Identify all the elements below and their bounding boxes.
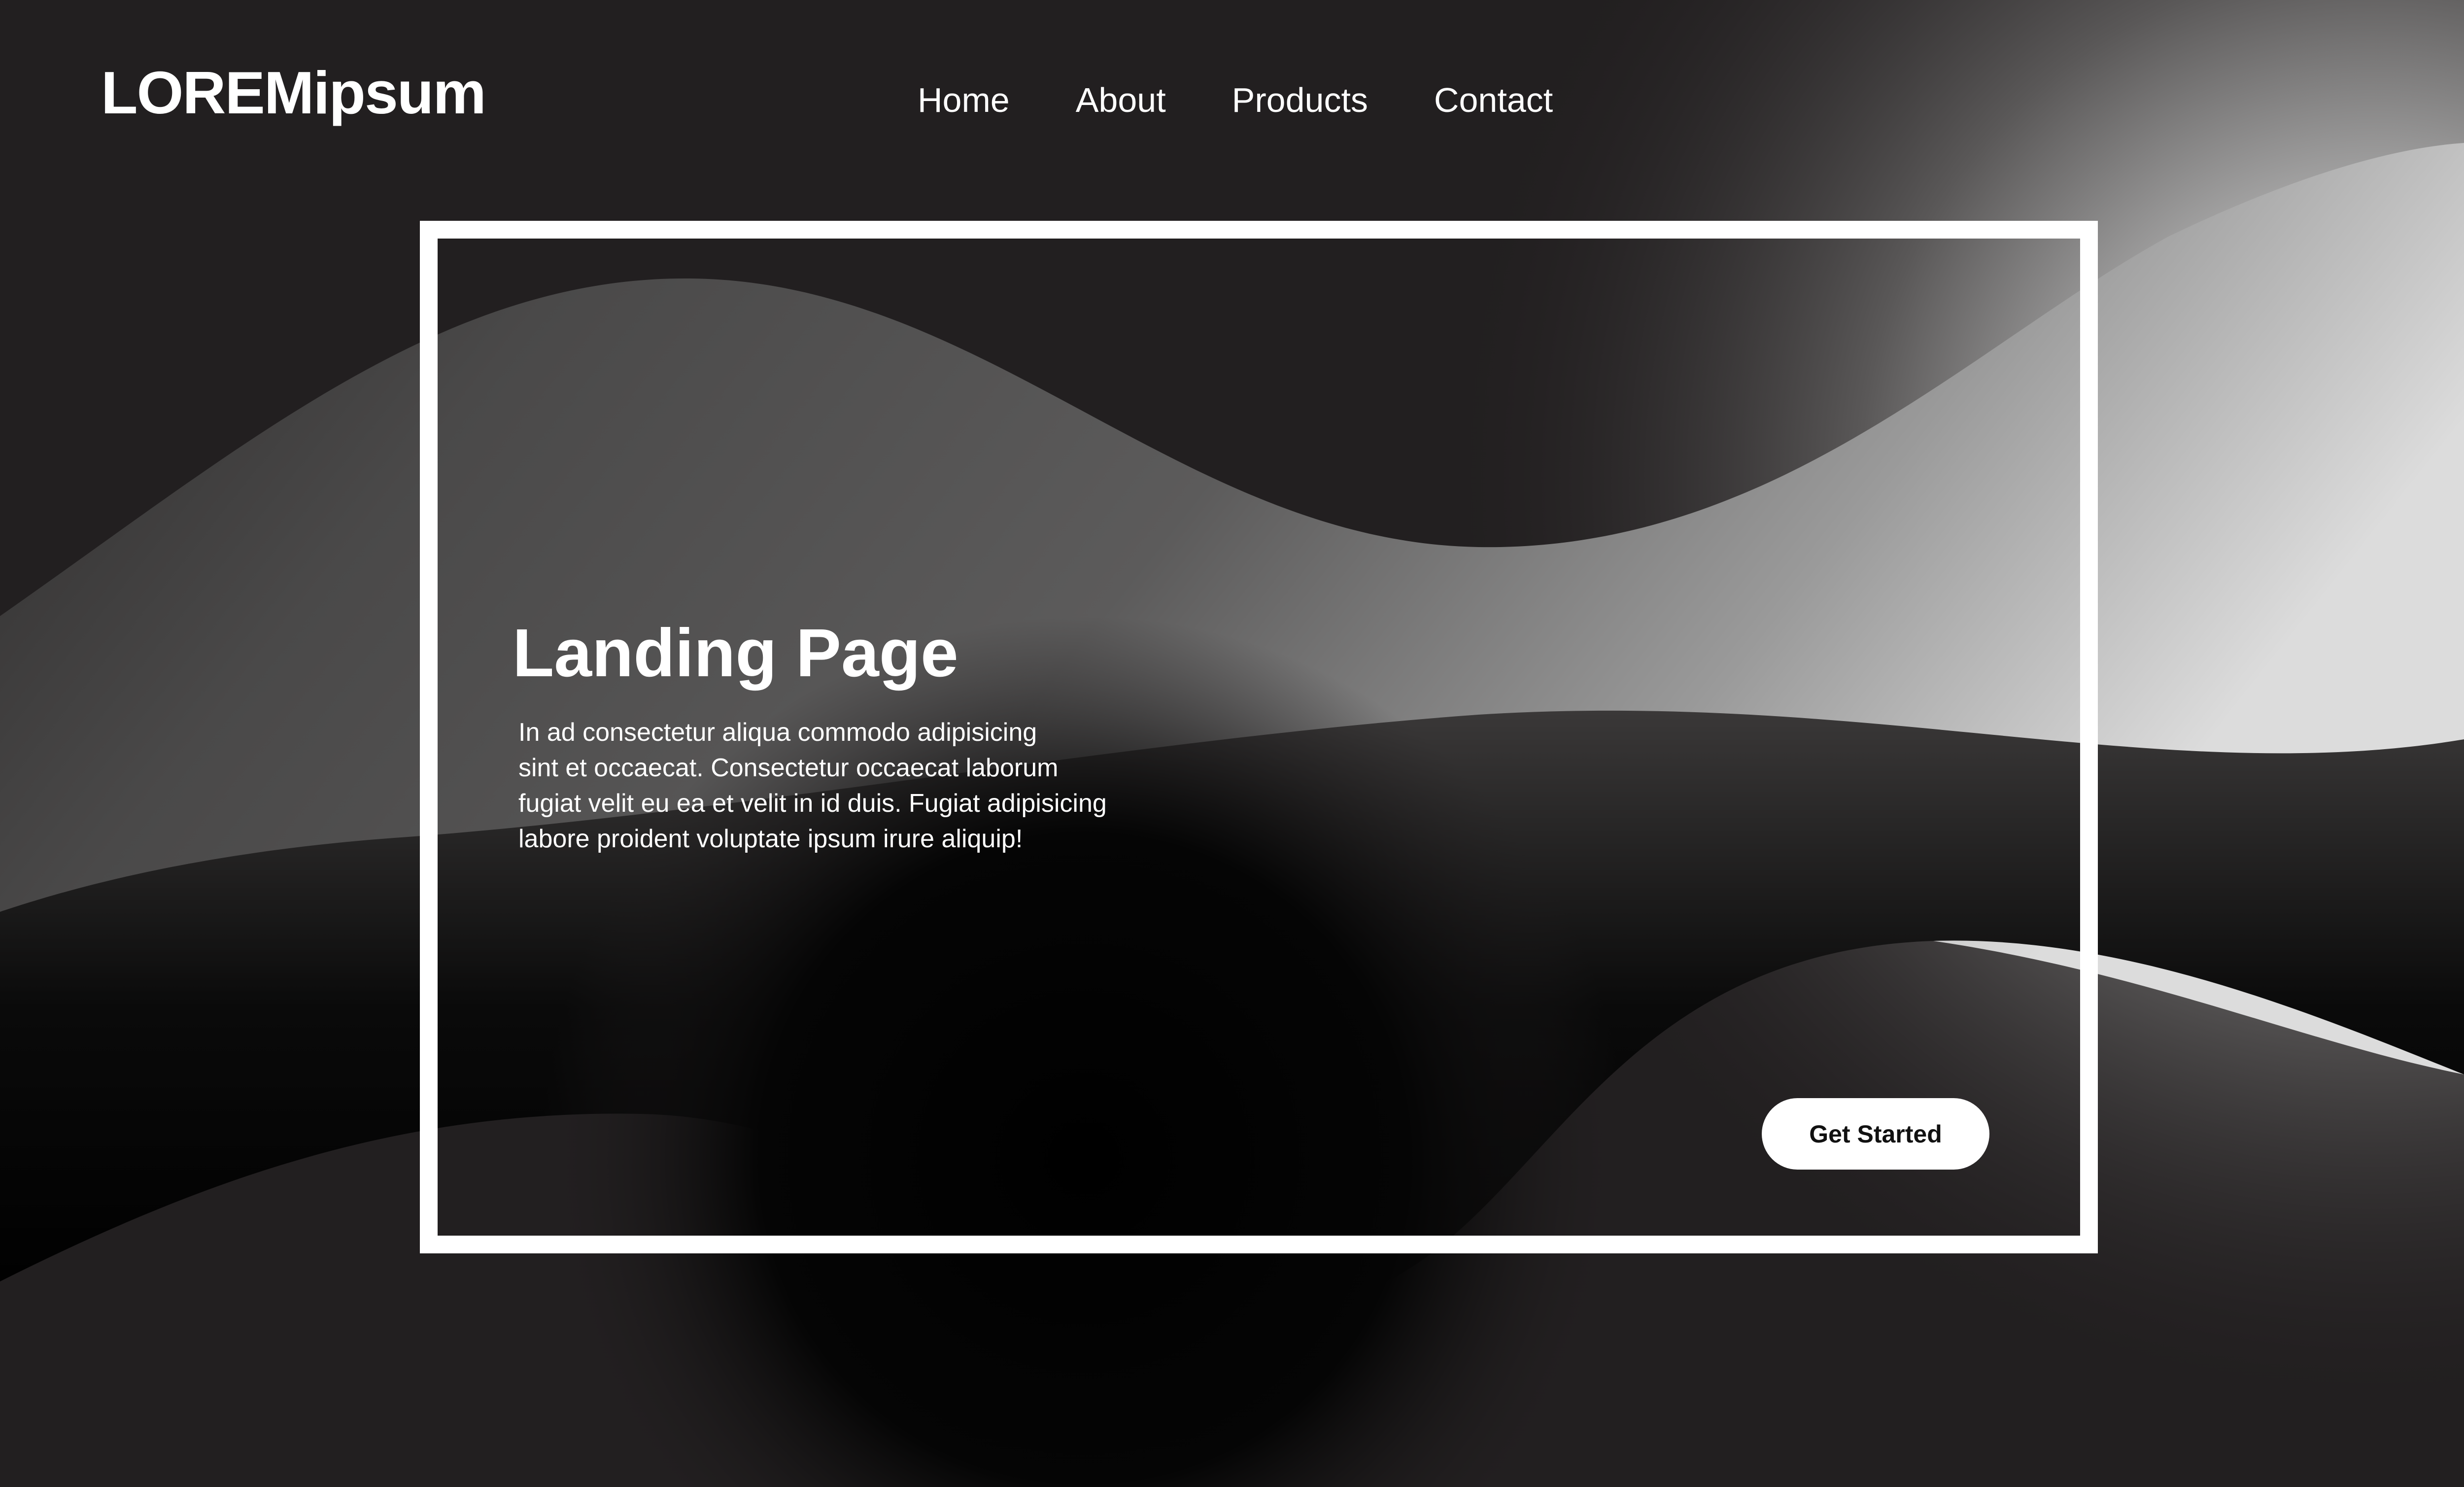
hero-description-line: labore proident voluptate ipsum irure al… — [518, 825, 1023, 853]
hero-description-line: fugiat velit eu ea et velit in id duis. … — [518, 789, 1107, 818]
main-nav: Home About Products Contact — [918, 78, 1553, 122]
brand-logo[interactable]: LOREMipsum — [101, 58, 486, 127]
nav-home[interactable]: Home — [918, 78, 1010, 122]
hero-title: Landing Page — [513, 615, 958, 691]
hero-description-line: In ad consectetur aliqua commodo adipisi… — [518, 718, 1037, 747]
get-started-button[interactable]: Get Started — [1762, 1098, 1989, 1170]
nav-contact[interactable]: Contact — [1434, 78, 1553, 122]
hero-description-line: sint et occaecat. Consectetur occaecat l… — [518, 754, 1059, 782]
hero-description: In ad consectetur aliqua commodo adipisi… — [518, 715, 1179, 857]
nav-about[interactable]: About — [1076, 78, 1166, 122]
nav-products[interactable]: Products — [1232, 78, 1368, 122]
